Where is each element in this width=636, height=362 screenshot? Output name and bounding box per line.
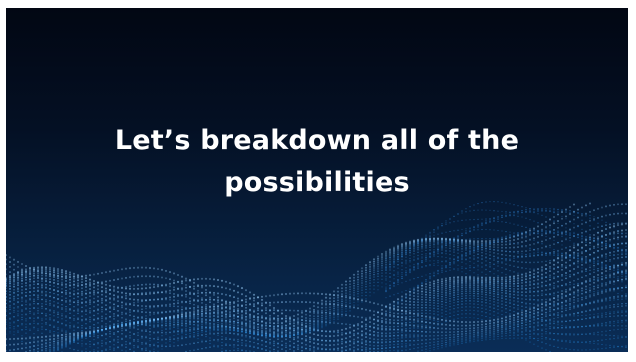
presentation-frame: Let’s breakdown all of the possibilities (0, 0, 636, 362)
title-slide: Let’s breakdown all of the possibilities (6, 8, 628, 352)
particle-dots (6, 201, 627, 352)
slide-title: Let’s breakdown all of the possibilities (6, 120, 628, 204)
slide-title-line-1: Let’s breakdown all of the (6, 120, 628, 162)
slide-title-line-2: possibilities (6, 162, 628, 204)
